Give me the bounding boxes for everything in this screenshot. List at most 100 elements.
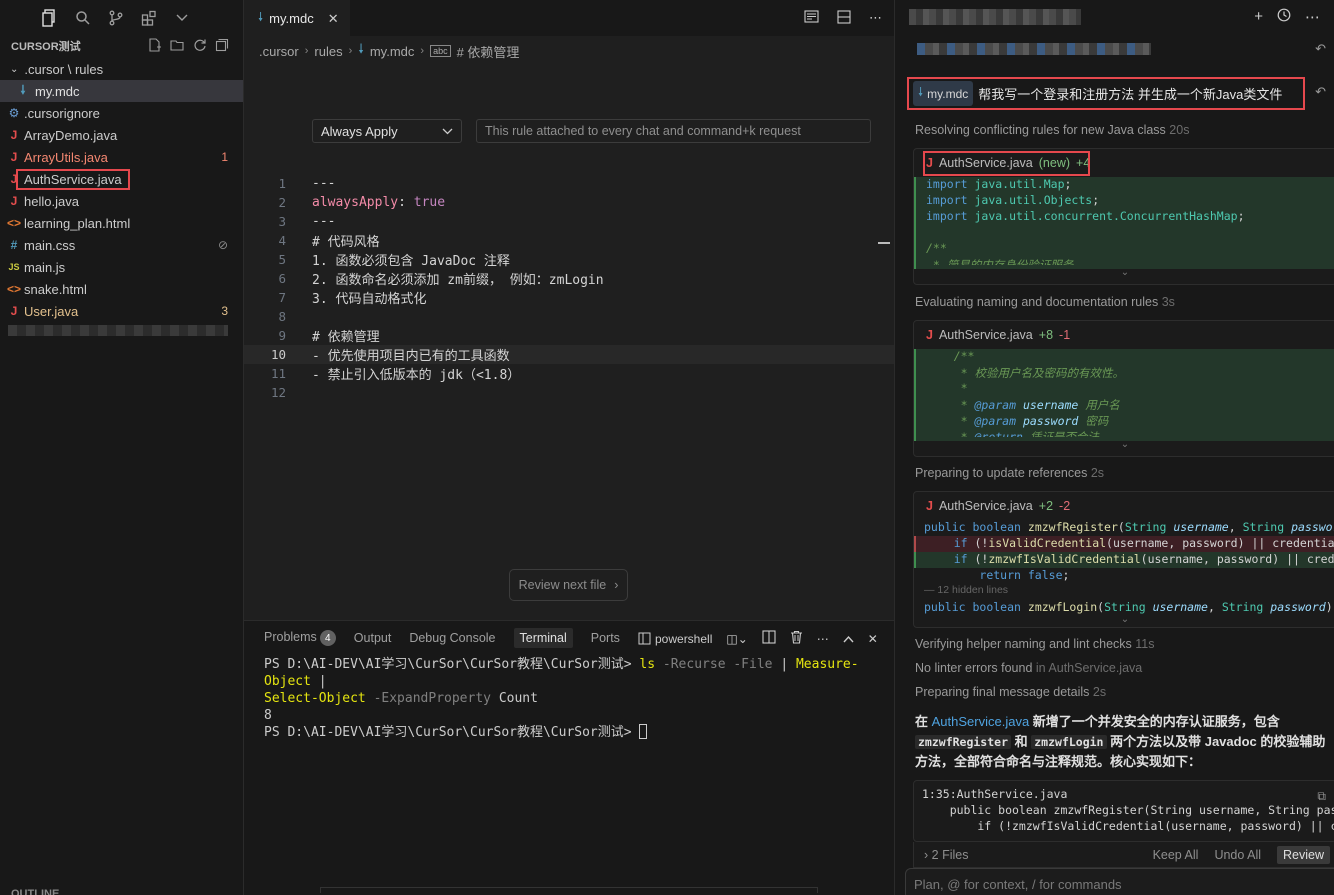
files-count: 2 Files [931,847,969,862]
error-count-badge: 1 [221,150,228,164]
additions-count: +8 [1038,328,1054,342]
rule-description-input[interactable]: This rule attached to every chat and com… [476,119,871,143]
keep-all-button[interactable]: Keep All [1153,848,1199,862]
extensions-icon[interactable] [139,8,159,28]
tree-item-authservice[interactable]: J AuthService.java [0,168,243,190]
folder-cursor-rules[interactable]: ⌄ .cursor \ rules [0,58,243,80]
tree-item-snake[interactable]: <> snake.html [0,278,243,300]
rule-type-select[interactable]: Always Apply [312,119,462,143]
tree-item-main-css[interactable]: # main.css ⊘ [0,234,243,256]
file-context-pill[interactable]: 🠗 my.mdc [913,81,974,106]
line-number: 11 [270,366,286,381]
file-link[interactable]: AuthService.java [932,714,1030,729]
new-folder-icon[interactable] [170,38,185,55]
inline-code: zmzwfRegister [915,735,1012,749]
undo-icon[interactable]: ↶ [1315,84,1326,100]
code-line: if (!zmzwfIsValidCredential(username, pa… [922,819,1334,833]
chevron-down-icon[interactable] [172,8,192,28]
scrollbar[interactable] [320,887,818,893]
review-button[interactable]: Review [1277,845,1330,864]
line-number: 2 [278,195,286,210]
close-icon[interactable]: ✕ [328,11,339,27]
deletions-count: -1 [1059,328,1071,342]
user-message[interactable]: 🠗 my.mdc 帮我写一个登录和注册方法 并生成一个新Java类文件 [907,77,1305,110]
tab-problems[interactable]: Problems 4 [264,630,336,647]
pipe: | [310,674,327,689]
diff-card-header[interactable]: J AuthService.java +8 -1 [914,321,1334,349]
tree-item-user[interactable]: J User.java 3 [0,300,243,322]
split-terminal-icon[interactable]: ◫⌄ [726,632,747,646]
undo-all-button[interactable]: Undo All [1214,848,1261,862]
trash-icon[interactable] [790,630,803,647]
step-label: Resolving conflicting rules for new Java… [915,123,1166,137]
undo-icon[interactable]: ↶ [1315,41,1326,57]
editor-actions: ⋯ [804,10,882,27]
tree-item-hello[interactable]: J hello.java [0,190,243,212]
tree-item-arraydemo[interactable]: J ArrayDemo.java [0,124,243,146]
refresh-icon[interactable] [193,38,207,55]
expand-chevron-icon[interactable]: ⌄ [914,440,1334,451]
code-area[interactable]: 1 --- 2 alwaysApply: true 3 --- 4 # 代码风格 5 1.… [244,174,894,402]
step-time: 2s [1092,685,1107,699]
hidden-lines-label[interactable]: — 12 hidden lines [914,584,1334,600]
tab-debug-console[interactable]: Debug Console [409,631,495,645]
line-text: 3. 代码自动格式化 [312,292,427,307]
explorer-icon[interactable] [40,8,60,28]
tab-terminal[interactable]: Terminal [513,628,573,648]
line-number: 7 [278,290,286,305]
split-editor-icon[interactable] [837,10,851,27]
command: Select-Object [264,691,366,706]
new-file-icon[interactable] [148,38,162,55]
terminal-output[interactable]: PS D:\AI-DEV\AI学习\CurSor\CurSor教程\CurSor… [244,655,894,741]
agent-step: Verifying helper naming and lint checks … [915,637,1155,651]
outline-section[interactable]: OUTLINE [11,887,59,895]
tree-item-main-js[interactable]: JS main.js [0,256,243,278]
breadcrumb-item[interactable]: my.mdc [370,44,415,59]
bottom-panel: Problems 4 Output Debug Console Terminal … [244,620,894,895]
prompt: PS D:\AI-DEV\AI学习\CurSor\CurSor教程\CurSor… [264,725,640,740]
copy-icon[interactable]: ⧉ [1317,789,1326,804]
tree-item-cursorignore[interactable]: ⚙ .cursorignore [0,102,243,124]
close-panel-icon[interactable]: ✕ [868,632,878,646]
terminal-shell-selector[interactable]: powershell [638,632,712,646]
file-label: hello.java [24,193,79,209]
review-next-file-button[interactable]: Review next file › [509,569,628,601]
tab-my-mdc[interactable]: 🠗 my.mdc ✕ [244,0,350,36]
preview-icon[interactable] [804,10,819,27]
symbol-icon: abc [430,45,451,57]
expand-chevron-icon[interactable]: ⌄ [914,615,1334,626]
breadcrumb-item[interactable]: # 依赖管理 [457,42,520,61]
answer-text: 新增了一个并发安全的内存认证服务，包含 [1029,714,1280,729]
diff-card-header[interactable]: J AuthService.java +2 -2 [914,492,1334,520]
files-toggle[interactable]: › 2 Files [924,848,968,862]
code-line: 6 2. 函数命名必须添加 zm前缀， 例如：zmLogin [244,269,894,288]
html-icon: <> [7,216,22,230]
breadcrumb-item[interactable]: .cursor [259,44,299,59]
code-line: 4 # 代码风格 [244,231,894,250]
history-icon[interactable] [1277,8,1291,26]
answer-text: 和 [1011,734,1032,749]
css-icon: # [10,238,18,252]
layout-icon[interactable] [762,630,776,647]
plus-icon[interactable]: + [1254,8,1263,26]
tree-item-my-mdc[interactable]: 🠗 my.mdc [0,80,243,102]
maximize-panel-icon[interactable] [843,632,854,646]
breadcrumb-item[interactable]: rules [314,44,342,59]
search-icon[interactable] [73,8,93,28]
pill-label: my.mdc [927,86,969,101]
file-label: ArrayDemo.java [24,127,118,143]
more-actions-icon[interactable]: ⋯ [869,10,882,27]
tab-output[interactable]: Output [354,631,392,645]
tab-ports[interactable]: Ports [591,631,620,645]
tree-item-learning-plan[interactable]: <> learning_plan.html [0,212,243,234]
chat-input[interactable]: Plan, @ for context, / for commands [905,868,1334,895]
diff-card[interactable]: J AuthService.java +8 -1 /** * 校验用户名及密码的… [913,320,1334,457]
args: -ExpandProperty [365,691,499,706]
more-actions-icon[interactable]: ⋯ [1305,8,1320,26]
collapse-all-icon[interactable] [215,38,229,55]
more-actions-icon[interactable]: ⋯ [817,632,829,646]
expand-chevron-icon[interactable]: ⌄ [914,268,1334,279]
tree-item-arrayutils[interactable]: J ArrayUtils.java 1 [0,146,243,168]
diff-card[interactable]: J AuthService.java +2 -2 public boolean … [913,491,1334,628]
source-control-icon[interactable] [106,8,126,28]
